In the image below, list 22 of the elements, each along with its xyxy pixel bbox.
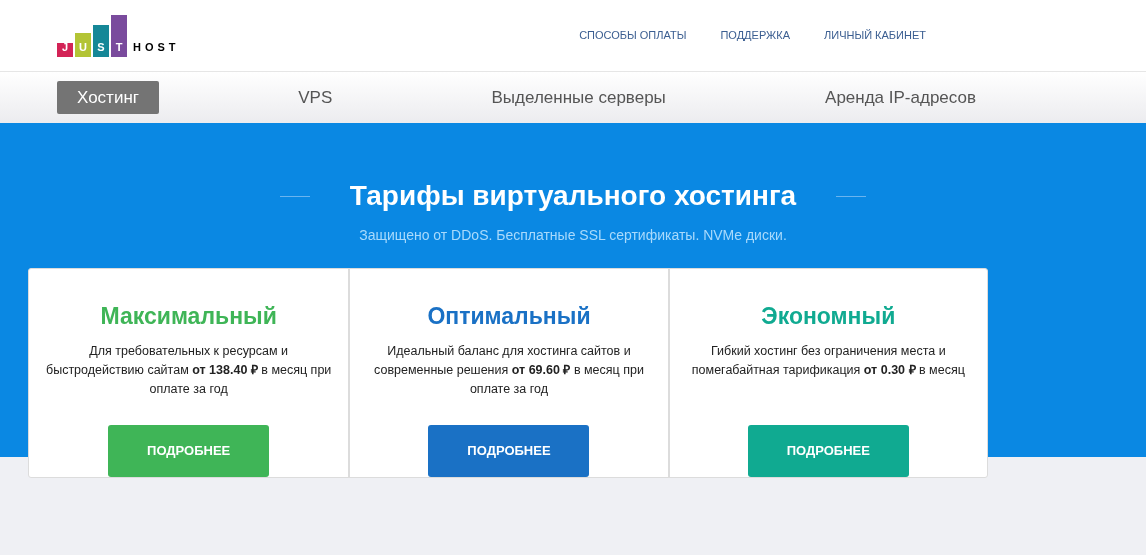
hero-subtitle: Защищено от DDoS. Бесплатные SSL сертификаты. NVMe диски. — [359, 226, 787, 245]
category-tab[interactable]: Аренда IP-адресов — [805, 81, 996, 114]
logo-letter: J — [57, 42, 73, 57]
category-tab[interactable]: Выделенные серверы — [471, 81, 686, 114]
category-tab[interactable]: VPS — [278, 81, 353, 114]
logo-letter: T — [111, 14, 127, 57]
plan-title: Оптимальный — [427, 302, 591, 331]
logo-word: HOST — [133, 40, 180, 55]
top-nav-link[interactable]: ПОДДЕРЖКА — [720, 27, 790, 44]
plan-description: Идеальный баланс для хостинга сайтов и современные решения от 69.60 ₽ в месяц при оплате за год — [373, 342, 645, 398]
plan-description: Для требовательных к ресурсам и быстродействию сайтам от 138.40 ₽ в месяц при оплате за год — [45, 342, 333, 398]
plan-title: Экономный — [761, 302, 896, 331]
top-nav-link[interactable]: ЛИЧНЫЙ КАБИНЕТ — [824, 27, 926, 44]
category-tab[interactable]: Хостинг — [57, 81, 159, 114]
plan-title: Максимальный — [100, 302, 277, 331]
plan-description: Гибкий хостинг без ограничения места и помегабайтная тарификация от 0.30 ₽ в месяц — [690, 342, 966, 379]
logo-letter: S — [93, 24, 109, 57]
hero-title: Тарифы виртуального хостинга — [349, 179, 797, 213]
logo[interactable]: J U S T HOST — [57, 14, 180, 57]
top-nav-link[interactable]: СПОСОБЫ ОПЛАТЫ — [579, 27, 687, 44]
details-button[interactable]: ПОДРОБНЕЕ — [428, 424, 590, 477]
logo-letter: U — [75, 32, 91, 57]
